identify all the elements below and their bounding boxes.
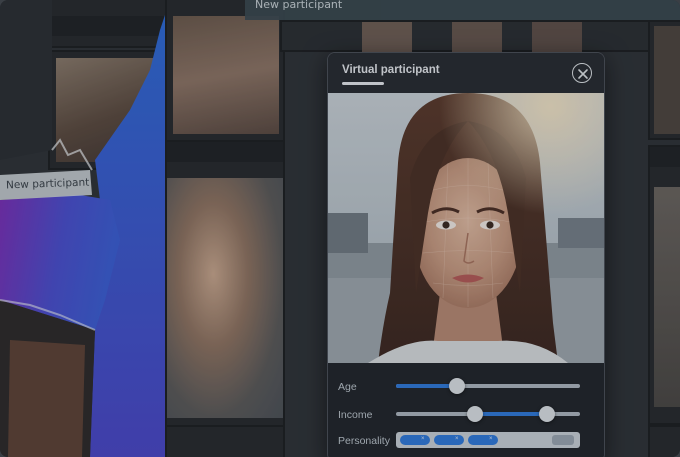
age-slider-thumb[interactable] bbox=[448, 378, 465, 394]
background-card bbox=[165, 140, 285, 430]
personality-tag-input[interactable]: × × × bbox=[396, 432, 580, 448]
participant-portrait bbox=[328, 93, 604, 363]
top-participant-strip: New participant bbox=[245, 0, 680, 20]
income-label: Income bbox=[338, 409, 373, 421]
age-slider-fill bbox=[396, 384, 457, 388]
background-card bbox=[280, 20, 660, 52]
dialog-header: Virtual participant bbox=[328, 53, 604, 93]
close-icon bbox=[578, 69, 588, 79]
age-slider[interactable] bbox=[396, 378, 580, 394]
participant-controls: Age Income Personality × × × bbox=[328, 363, 604, 457]
active-tab-indicator bbox=[342, 82, 384, 85]
personality-label: Personality bbox=[338, 435, 390, 447]
virtual-participant-dialog: Virtual participant Age Income Personali… bbox=[327, 52, 605, 457]
collage-scene: New participant New participant Virtual … bbox=[0, 0, 680, 457]
background-card bbox=[165, 425, 285, 457]
income-slider-max-thumb[interactable] bbox=[538, 406, 555, 422]
personality-tag-chip[interactable]: × bbox=[400, 435, 430, 445]
age-label: Age bbox=[338, 381, 357, 393]
remove-tag-icon[interactable]: × bbox=[421, 436, 427, 442]
torn-paper-gradient bbox=[0, 0, 165, 457]
income-range-slider[interactable] bbox=[396, 406, 580, 422]
background-card bbox=[648, 145, 680, 425]
background-card bbox=[648, 20, 680, 140]
personality-dropdown-toggle[interactable] bbox=[552, 435, 574, 445]
background-card bbox=[165, 0, 285, 144]
background-card bbox=[648, 425, 680, 457]
top-strip-label: New participant bbox=[255, 0, 343, 11]
income-slider-fill bbox=[475, 412, 547, 416]
personality-tag-chip[interactable]: × bbox=[468, 435, 498, 445]
dialog-title: Virtual participant bbox=[342, 64, 440, 76]
close-button[interactable] bbox=[572, 63, 592, 83]
income-slider-min-thumb[interactable] bbox=[467, 406, 484, 422]
remove-tag-icon[interactable]: × bbox=[455, 436, 461, 442]
remove-tag-icon[interactable]: × bbox=[489, 436, 495, 442]
personality-tag-chip[interactable]: × bbox=[434, 435, 464, 445]
